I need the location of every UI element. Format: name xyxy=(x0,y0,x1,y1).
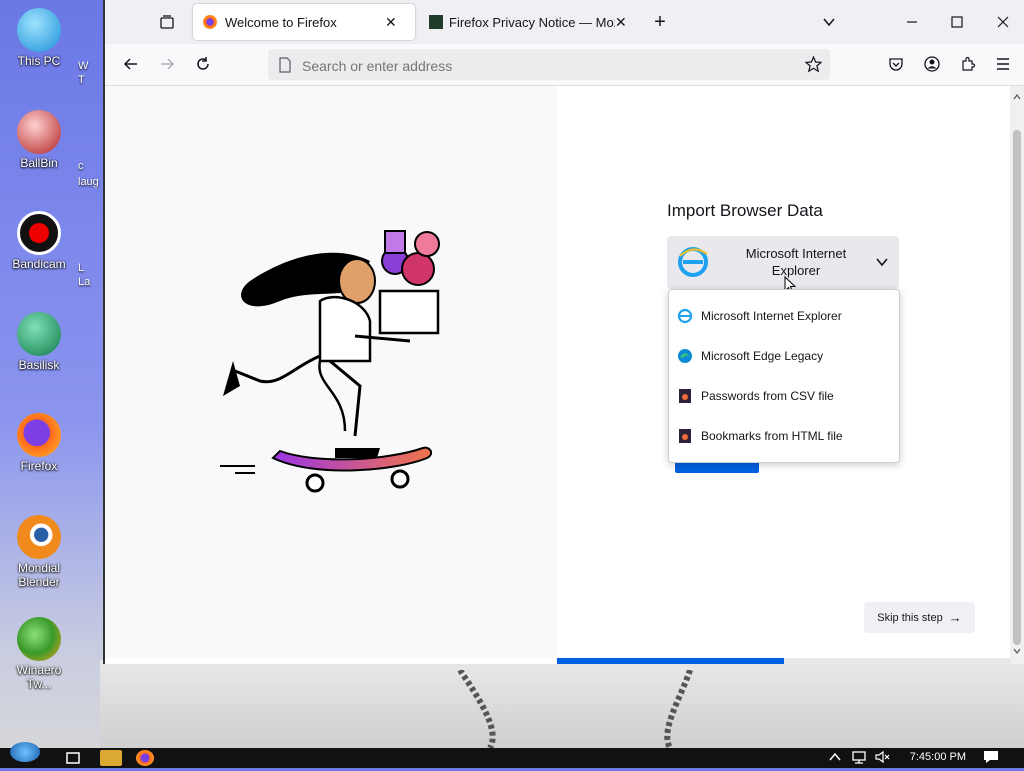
back-arrow-icon[interactable] xyxy=(119,52,143,76)
notification-icon[interactable] xyxy=(982,750,1004,766)
network-icon[interactable] xyxy=(850,750,872,766)
file-icon xyxy=(679,429,691,443)
extensions-icon[interactable] xyxy=(956,52,980,76)
desktop-partial-label: W xyxy=(78,60,89,72)
start-button[interactable] xyxy=(10,742,40,762)
selected-browser-label: Microsoft Internet Explorer xyxy=(745,246,847,278)
skip-step-button[interactable]: Skip this step → xyxy=(864,602,975,633)
tab-strip: Welcome to Firefox ✕ Firefox Privacy Not… xyxy=(105,0,1024,44)
address-bar[interactable] xyxy=(268,49,830,82)
page-content: Import Browser Data Microsoft Internet E… xyxy=(105,86,1024,664)
file-icon xyxy=(679,389,691,403)
minimize-icon[interactable] xyxy=(900,10,924,34)
maximize-icon[interactable] xyxy=(945,10,969,34)
task-view-icon[interactable] xyxy=(62,750,84,766)
vertical-scrollbar[interactable] xyxy=(1010,86,1024,664)
firefox-taskbar-icon[interactable] xyxy=(136,750,154,766)
page-title: Import Browser Data xyxy=(667,201,823,220)
ie-icon xyxy=(677,308,693,324)
desktop-icon-basilisk[interactable]: Basilisk xyxy=(4,312,74,372)
desktop-icon-this-pc[interactable]: This PC xyxy=(4,8,74,68)
account-icon[interactable] xyxy=(920,52,944,76)
dropdown-option-csv[interactable]: Passwords from CSV file xyxy=(669,376,899,416)
desktop-partial-label: La xyxy=(78,276,91,288)
desktop-wallpaper-art xyxy=(457,670,693,748)
page-icon xyxy=(278,57,292,78)
firefox-window: Welcome to Firefox ✕ Firefox Privacy Not… xyxy=(103,0,1024,664)
taskbar: 7:45:00 PM xyxy=(0,742,1024,768)
browser-dropdown-list: Microsoft Internet Explorer Microsoft Ed… xyxy=(668,289,900,463)
desktop-icon-blender[interactable]: Mondial Blender xyxy=(4,515,74,589)
close-tab-icon[interactable]: ✕ xyxy=(615,14,627,31)
record-icon xyxy=(17,211,61,255)
desktop-partial-label: L xyxy=(78,262,85,274)
arrow-right-icon: → xyxy=(948,610,962,625)
tab-privacy-notice[interactable]: Firefox Privacy Notice — Mozill ✕ xyxy=(419,4,633,40)
basilisk-icon xyxy=(17,312,61,356)
edge-icon xyxy=(678,349,692,363)
desktop-partial-label: laug xyxy=(78,176,99,188)
option-label: Passwords from CSV file xyxy=(701,389,834,403)
desktop-icon-firefox[interactable]: Firefox xyxy=(4,413,74,473)
option-label: Microsoft Edge Legacy xyxy=(701,349,824,363)
reload-icon[interactable] xyxy=(191,52,215,76)
option-label: Microsoft Internet Explorer xyxy=(701,309,842,323)
tab-label: Welcome to Firefox xyxy=(225,14,337,30)
desktop-icon-ballbin[interactable]: BallBin xyxy=(4,110,74,170)
tab-label: Firefox Privacy Notice — Mozill xyxy=(449,14,615,30)
desktop-icon-winaero[interactable]: Winaero Tw... xyxy=(4,617,74,691)
tab-overview-icon[interactable] xyxy=(155,10,179,34)
option-label: Bookmarks from HTML file xyxy=(701,429,843,443)
list-tabs-chevron-down-icon[interactable] xyxy=(817,10,841,34)
browser-select[interactable]: Microsoft Internet Explorer xyxy=(667,236,899,295)
progress-fill xyxy=(557,658,784,664)
skip-label: Skip this step xyxy=(877,611,943,624)
dropdown-option-ie[interactable]: Microsoft Internet Explorer xyxy=(669,296,899,336)
bookmark-star-icon[interactable] xyxy=(804,55,823,78)
tab-welcome[interactable]: Welcome to Firefox ✕ xyxy=(193,4,415,40)
onboarding-progress-bar xyxy=(557,658,1010,664)
firefox-icon xyxy=(17,413,61,457)
scrollbar-thumb[interactable] xyxy=(1013,130,1021,645)
navigation-toolbar xyxy=(105,44,1024,86)
dropdown-option-html[interactable]: Bookmarks from HTML file xyxy=(669,416,899,456)
chevron-down-icon xyxy=(875,255,889,274)
close-window-icon[interactable] xyxy=(991,10,1015,34)
menu-hamburger-icon[interactable] xyxy=(991,52,1015,76)
taskbar-clock[interactable]: 7:45:00 PM xyxy=(910,751,966,763)
scroll-down-icon[interactable] xyxy=(1013,642,1021,660)
blender-icon xyxy=(17,515,61,559)
desktop-partial-label: c xyxy=(78,160,84,172)
close-tab-icon[interactable]: ✕ xyxy=(385,14,397,31)
forward-arrow-icon[interactable] xyxy=(155,52,179,76)
dropdown-option-edge[interactable]: Microsoft Edge Legacy xyxy=(669,336,899,376)
scroll-up-icon[interactable] xyxy=(1013,88,1021,106)
desktop-partial-label: T xyxy=(78,74,85,86)
ie-icon xyxy=(677,246,709,283)
file-explorer-icon[interactable] xyxy=(100,750,122,766)
volume-muted-icon[interactable] xyxy=(874,750,896,766)
desktop-icon-bandicam[interactable]: Bandicam xyxy=(4,211,74,271)
recycle-bin-icon xyxy=(17,110,61,154)
illustration-panel xyxy=(105,86,557,658)
firefox-favicon-icon xyxy=(203,15,217,29)
new-tab-icon[interactable]: + xyxy=(648,10,672,34)
chevron-up-icon[interactable] xyxy=(828,750,850,766)
mozilla-favicon-icon xyxy=(429,15,443,29)
skateboarder-illustration xyxy=(220,230,440,493)
computer-icon xyxy=(17,8,61,52)
pocket-icon[interactable] xyxy=(884,52,908,76)
winaero-icon xyxy=(17,617,61,661)
url-input[interactable] xyxy=(300,49,784,82)
